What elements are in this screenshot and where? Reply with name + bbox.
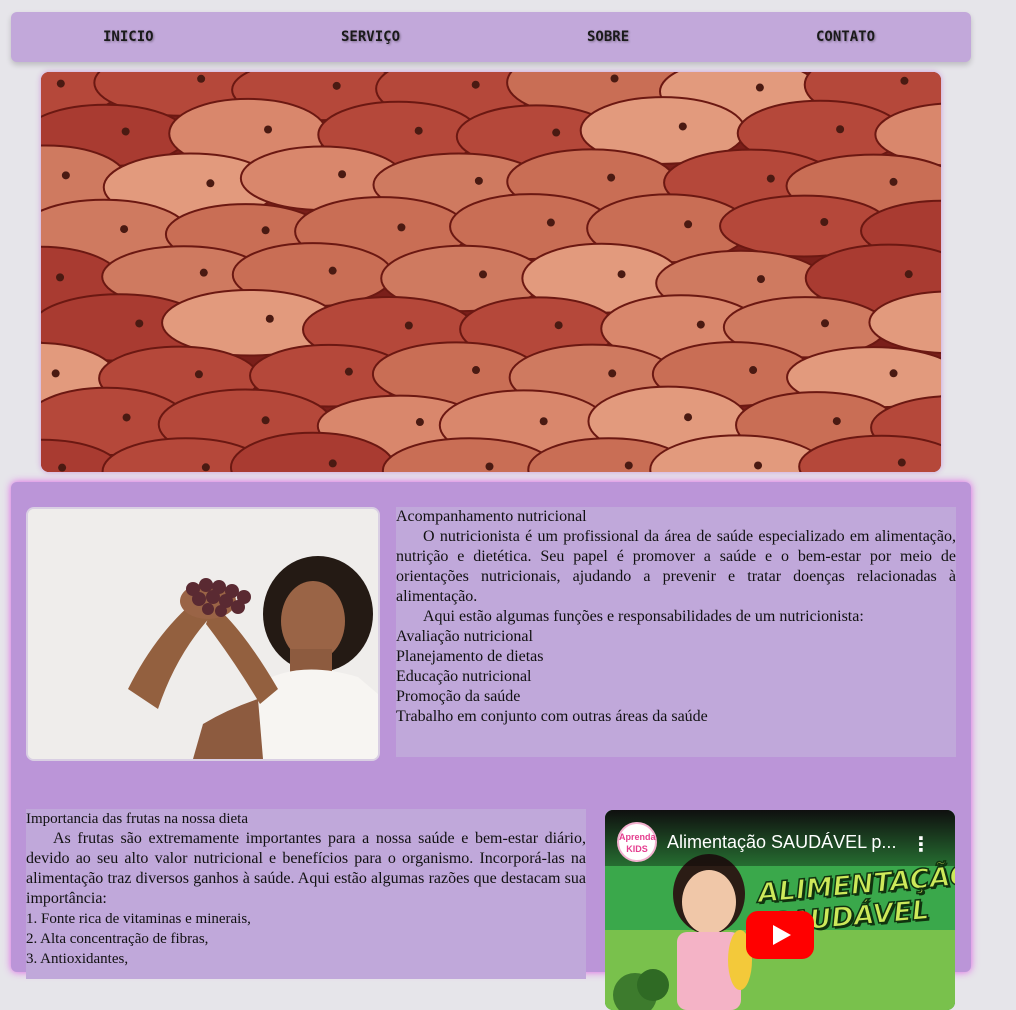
apple-stem-mark	[261, 416, 270, 425]
apple-stem-mark	[552, 128, 561, 137]
apple-stem-mark	[51, 369, 60, 378]
nutrition-title: Acompanhamento nutricional	[396, 508, 587, 525]
reason-item: 3. Antioxidantes,	[26, 951, 129, 967]
nav-sobre[interactable]: SOBRE	[587, 29, 629, 45]
apple-stem-mark	[58, 463, 67, 472]
apple-stem-mark	[121, 127, 130, 136]
apple-stem-mark	[756, 275, 765, 284]
fruits-paragraph: As frutas são extremamente importantes p…	[26, 830, 586, 907]
apple-stem-mark	[696, 320, 705, 329]
apple-stem-mark	[397, 223, 406, 232]
apple-stem-mark	[904, 270, 913, 279]
apple-stem-mark	[206, 179, 215, 188]
apple-stem-mark	[820, 218, 829, 227]
nutrition-text-box: Acompanhamento nutricional O nutricionis…	[396, 507, 956, 757]
apple-stem-mark	[194, 370, 203, 379]
reason-item: 2. Alta concentração de fibras,	[26, 931, 209, 947]
apple-stem-mark	[472, 366, 481, 375]
apple-stem-mark	[338, 170, 347, 179]
nav-contato[interactable]: CONTATO	[816, 29, 875, 45]
apple-stem-mark	[889, 369, 898, 378]
nav-inicio[interactable]: INICIO	[103, 29, 154, 45]
apple-stem-mark	[344, 367, 353, 376]
apple-stem-mark	[201, 463, 210, 472]
apple-stem-mark	[749, 366, 758, 375]
apple-stem-mark	[610, 74, 619, 83]
apple-stem-mark	[897, 458, 906, 467]
channel-avatar[interactable]: Aprenda KIDS	[617, 822, 657, 862]
function-item: Educação nutricional	[396, 668, 532, 685]
content-section: Acompanhamento nutricional O nutricionis…	[11, 482, 971, 1010]
apple-stem-mark	[471, 80, 480, 89]
apple-stem-mark	[415, 418, 424, 427]
nutrition-paragraph-2: Aqui estão algumas funções e responsabil…	[423, 608, 864, 625]
function-item: Planejamento de dietas	[396, 648, 544, 665]
apple-stem-mark	[539, 417, 548, 426]
apple-stem-mark	[607, 173, 616, 182]
apple-stem-mark	[900, 76, 909, 85]
fruits-text-box: Importancia das frutas na nossa dieta As…	[26, 809, 586, 979]
apple-stem-mark	[766, 174, 775, 183]
apple-stem-mark	[474, 176, 483, 185]
apple-stem-mark	[624, 461, 633, 470]
apple-stem-mark	[56, 273, 65, 282]
top-navbar: INICIO SERVIÇO SOBRE CONTATO	[11, 12, 971, 62]
apple-stem-mark	[755, 83, 764, 92]
apple-stem-mark	[332, 81, 341, 90]
apple-stem-mark	[754, 461, 763, 470]
apple-stem-mark	[120, 225, 129, 234]
fruits-title: Importancia das frutas na nossa dieta	[26, 811, 249, 827]
apple-stem-mark	[414, 126, 423, 135]
apple-stem-mark	[199, 268, 208, 277]
apple-stem-mark	[328, 459, 337, 468]
nav-servico[interactable]: SERVIÇO	[341, 29, 400, 45]
function-item: Promoção da saúde	[396, 688, 521, 705]
function-item: Avaliação nutricional	[396, 628, 533, 645]
apple-stem-mark	[608, 369, 617, 378]
apple-stem-mark	[617, 270, 626, 279]
apple-stem-mark	[889, 177, 898, 186]
apple-stem-mark	[485, 462, 494, 471]
apple-stem-mark	[135, 319, 144, 328]
apple-stem-mark	[197, 74, 206, 83]
reason-item: 1. Fonte rica de vitaminas e minerais,	[26, 911, 251, 927]
function-item: Trabalho em conjunto com outras áreas da…	[396, 708, 708, 725]
apple-stem-mark	[261, 226, 270, 235]
apple-stem-mark	[684, 413, 693, 422]
more-vert-icon[interactable]: ⋮	[911, 832, 931, 856]
youtube-video-embed[interactable]: Aprenda KIDS Alimentação SAUDÁVEL p... ⋮…	[605, 810, 955, 1010]
hero-apples-image	[41, 72, 941, 472]
apple-stem-mark	[264, 125, 273, 134]
apple-stem-mark	[678, 122, 687, 131]
apple-stem-mark	[836, 125, 845, 134]
apple-stem-mark	[404, 321, 413, 330]
apple-stem-mark	[554, 321, 563, 330]
video-title[interactable]: Alimentação SAUDÁVEL p...	[667, 832, 896, 853]
apple-stem-mark	[479, 270, 488, 279]
apple-stem-mark	[328, 266, 337, 275]
apple-stem-mark	[56, 79, 65, 88]
apple-stem-mark	[122, 413, 131, 422]
apple-stem-mark	[821, 319, 830, 328]
nutrition-paragraph-1: O nutricionista é um profissional da áre…	[396, 528, 956, 605]
apple-stem-mark	[832, 417, 841, 426]
apple-stem-mark	[61, 171, 70, 180]
apple-stem-mark	[684, 220, 693, 229]
youtube-play-icon[interactable]	[746, 911, 814, 959]
apple-stem-mark	[265, 314, 274, 323]
woman-grapes-image	[26, 507, 380, 761]
apple-stem-mark	[546, 218, 555, 227]
